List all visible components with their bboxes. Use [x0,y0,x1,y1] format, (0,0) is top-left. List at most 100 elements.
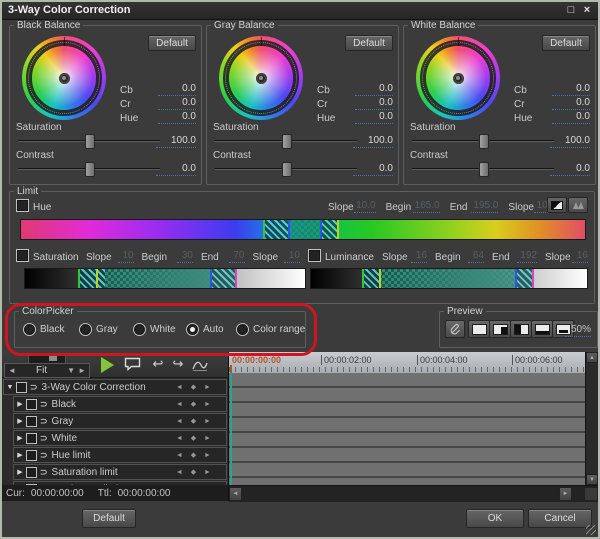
track-row-black[interactable]: ▶ ⊃ Black ◄ ◆ ► [13,396,227,412]
slope-value[interactable]: 10 [118,250,134,263]
expand-closed-icon[interactable]: ▶ [14,434,26,442]
hue-end-slope-marker[interactable] [337,220,339,239]
timeline-lanes[interactable] [229,373,586,485]
saturation-limit-toggle[interactable]: Saturation [16,249,79,263]
sat-end-marker[interactable] [210,269,212,288]
contrast-value[interactable]: 0.0 [353,163,393,176]
playhead-line[interactable] [230,373,232,485]
default-all-button[interactable]: Default [82,509,136,528]
track-row-gray[interactable]: ▶ ⊃ Gray ◄ ◆ ► [13,413,227,429]
hue-begin-marker[interactable] [288,220,290,239]
colorpicker-option-auto[interactable]: Auto [186,323,224,336]
fit-down-icon[interactable]: ▼ [67,366,75,375]
color-wheel[interactable] [219,36,303,120]
comment-button[interactable] [124,357,141,375]
histogram-button[interactable] [568,197,588,213]
wheel-balance-handle[interactable] [59,73,70,84]
contrast-value[interactable]: 0.0 [550,163,590,176]
luminance-limit-toggle[interactable]: Luminance [308,249,374,263]
saturation-value[interactable]: 100.0 [550,135,590,148]
scroll-left-button[interactable]: ◄ [229,487,242,501]
radio-icon[interactable] [79,323,92,336]
expand-closed-icon[interactable]: ▶ [14,400,26,408]
key-display-button[interactable] [547,197,567,213]
vertical-scrollbar[interactable]: ▲ ▼ [585,352,598,485]
default-button[interactable]: Default [345,35,393,51]
saturation-checkbox[interactable] [16,249,29,262]
hue-value[interactable]: 0.0 [158,111,196,124]
ok-button[interactable]: OK [466,509,524,528]
fit-dropdown[interactable]: ◄ Fit ▼ ► [4,363,90,378]
cr-value[interactable]: 0.0 [552,97,590,110]
hue-value[interactable]: 0.0 [355,111,393,124]
cb-value[interactable]: 0.0 [158,83,196,96]
hue-begin-slope-marker[interactable] [263,220,265,239]
lum-end-slope-marker[interactable] [532,269,534,288]
sat-end-slope-marker[interactable] [235,269,237,288]
track-checkbox[interactable] [26,467,37,478]
lum-begin-marker[interactable] [379,269,381,288]
preview-split-right-button[interactable] [489,320,511,338]
horizontal-scrollbar[interactable]: ◄ ► [229,485,598,502]
cb-value[interactable]: 0.0 [552,83,590,96]
slope-value[interactable]: 16 [572,250,588,263]
track-reset-icon[interactable]: ⊃ [40,450,48,461]
keyframe-nav-icons[interactable]: ◄ ◆ ► [176,383,214,391]
radio-icon[interactable] [23,323,36,336]
keyframe-nav-icons[interactable]: ◄ ◆ ► [176,400,214,408]
end-value[interactable]: 192 [517,250,537,263]
sat-begin-slope-marker[interactable] [78,269,80,288]
contrast-value[interactable]: 0.0 [156,163,196,176]
keyframe-nav-icons[interactable]: ◄ ◆ ► [176,451,214,459]
radio-icon[interactable] [133,323,146,336]
fit-right-icon[interactable]: ► [75,366,89,375]
slope-value[interactable]: 10 [284,250,300,263]
begin-value[interactable]: 64 [468,250,484,263]
lum-begin-slope-marker[interactable] [362,269,364,288]
slider-thumb[interactable] [282,134,292,149]
clip-button[interactable] [445,320,465,338]
luminance-limit-gradient-bar[interactable] [310,268,588,289]
color-wheel[interactable] [416,36,500,120]
preview-zoom-value[interactable]: 50% [565,324,591,337]
saturation-limit-gradient-bar[interactable] [24,268,306,289]
saturation-value[interactable]: 100.0 [156,135,196,148]
cr-value[interactable]: 0.0 [355,97,393,110]
expand-open-icon[interactable]: ▼ [4,384,16,391]
preview-split-bottom-button[interactable] [531,320,553,338]
slider-thumb[interactable] [85,134,95,149]
colorpicker-option-black[interactable]: Black [23,323,64,336]
preview-full-button[interactable] [468,320,490,338]
saturation-slider[interactable] [215,134,357,147]
wheel-balance-handle[interactable] [453,73,464,84]
end-value[interactable]: 70 [229,250,245,263]
track-checkbox[interactable] [26,450,37,461]
slider-thumb[interactable] [479,162,489,177]
lum-end-marker[interactable] [515,269,517,288]
expand-closed-icon[interactable]: ▶ [14,417,26,425]
hue-checkbox[interactable] [16,199,29,212]
slider-thumb[interactable] [49,355,57,361]
contrast-slider[interactable] [215,162,357,175]
track-reset-icon[interactable]: ⊃ [30,382,38,393]
colorpicker-option-gray[interactable]: Gray [79,323,118,336]
track-row-saturation-limit[interactable]: ▶ ⊃ Saturation limit ◄ ◆ ► [13,464,227,480]
track-row-main[interactable]: ▼ ⊃ 3-Way Color Correction ◄ ◆ ► [3,379,227,395]
hue-value[interactable]: 0.0 [552,111,590,124]
saturation-slider[interactable] [18,134,160,147]
cr-value[interactable]: 0.0 [158,97,196,110]
default-button[interactable]: Default [542,35,590,51]
maximize-icon[interactable]: □ [564,3,578,17]
radio-icon[interactable] [236,323,249,336]
expand-closed-icon[interactable]: ▶ [14,468,26,476]
wheel-balance-handle[interactable] [256,73,267,84]
begin-value[interactable]: 30 [177,250,193,263]
contrast-slider[interactable] [412,162,554,175]
scroll-down-button[interactable]: ▼ [586,474,598,485]
fit-left-icon[interactable]: ◄ [5,366,16,375]
track-reset-icon[interactable]: ⊃ [40,433,48,444]
play-button[interactable] [101,357,114,373]
keyframe-nav-icons[interactable]: ◄ ◆ ► [176,434,214,442]
hue-end-marker[interactable] [320,220,322,239]
resize-grip[interactable] [586,525,596,535]
